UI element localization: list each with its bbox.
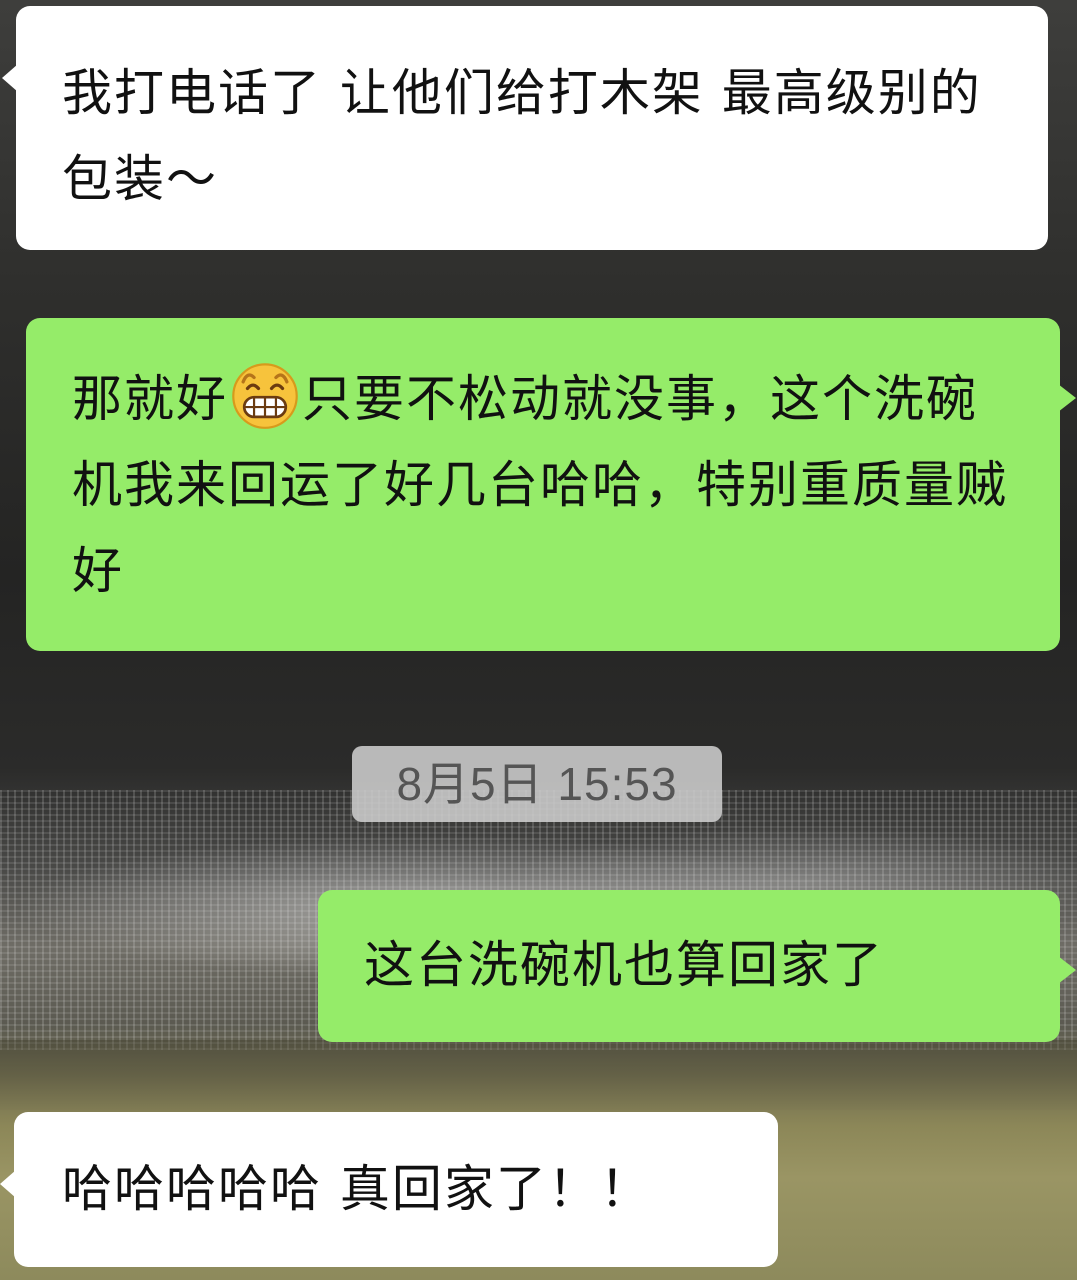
shore-background [0,1040,1077,1110]
outgoing-message-bubble[interactable]: 那就好 只要不松动就没事，这个洗碗机我来回运了好几台哈哈，特别重质量贼好 [26,318,1076,651]
message-text: 我打电话了 让他们给打木架 最高级别的包装～ [62,64,982,208]
message-timestamp: 8月5日 15:53 [352,746,722,822]
message-text-start: 那就好 [72,370,228,428]
chat-background: 我打电话了 让他们给打木架 最高级别的包装～ 那就好 只要不松动就没事，这个洗碗… [0,0,1077,1280]
message-text: 哈哈哈哈哈 真回家了！！ [62,1160,652,1218]
incoming-message-bubble[interactable]: 我打电话了 让他们给打木架 最高级别的包装～ [2,6,1048,250]
incoming-message-bubble[interactable]: 哈哈哈哈哈 真回家了！！ [0,1112,778,1267]
outgoing-message-bubble[interactable]: 这台洗碗机也算回家了 [318,890,1076,1042]
grinning-face-emoji-icon [232,363,298,429]
message-text: 这台洗碗机也算回家了 [364,936,884,994]
